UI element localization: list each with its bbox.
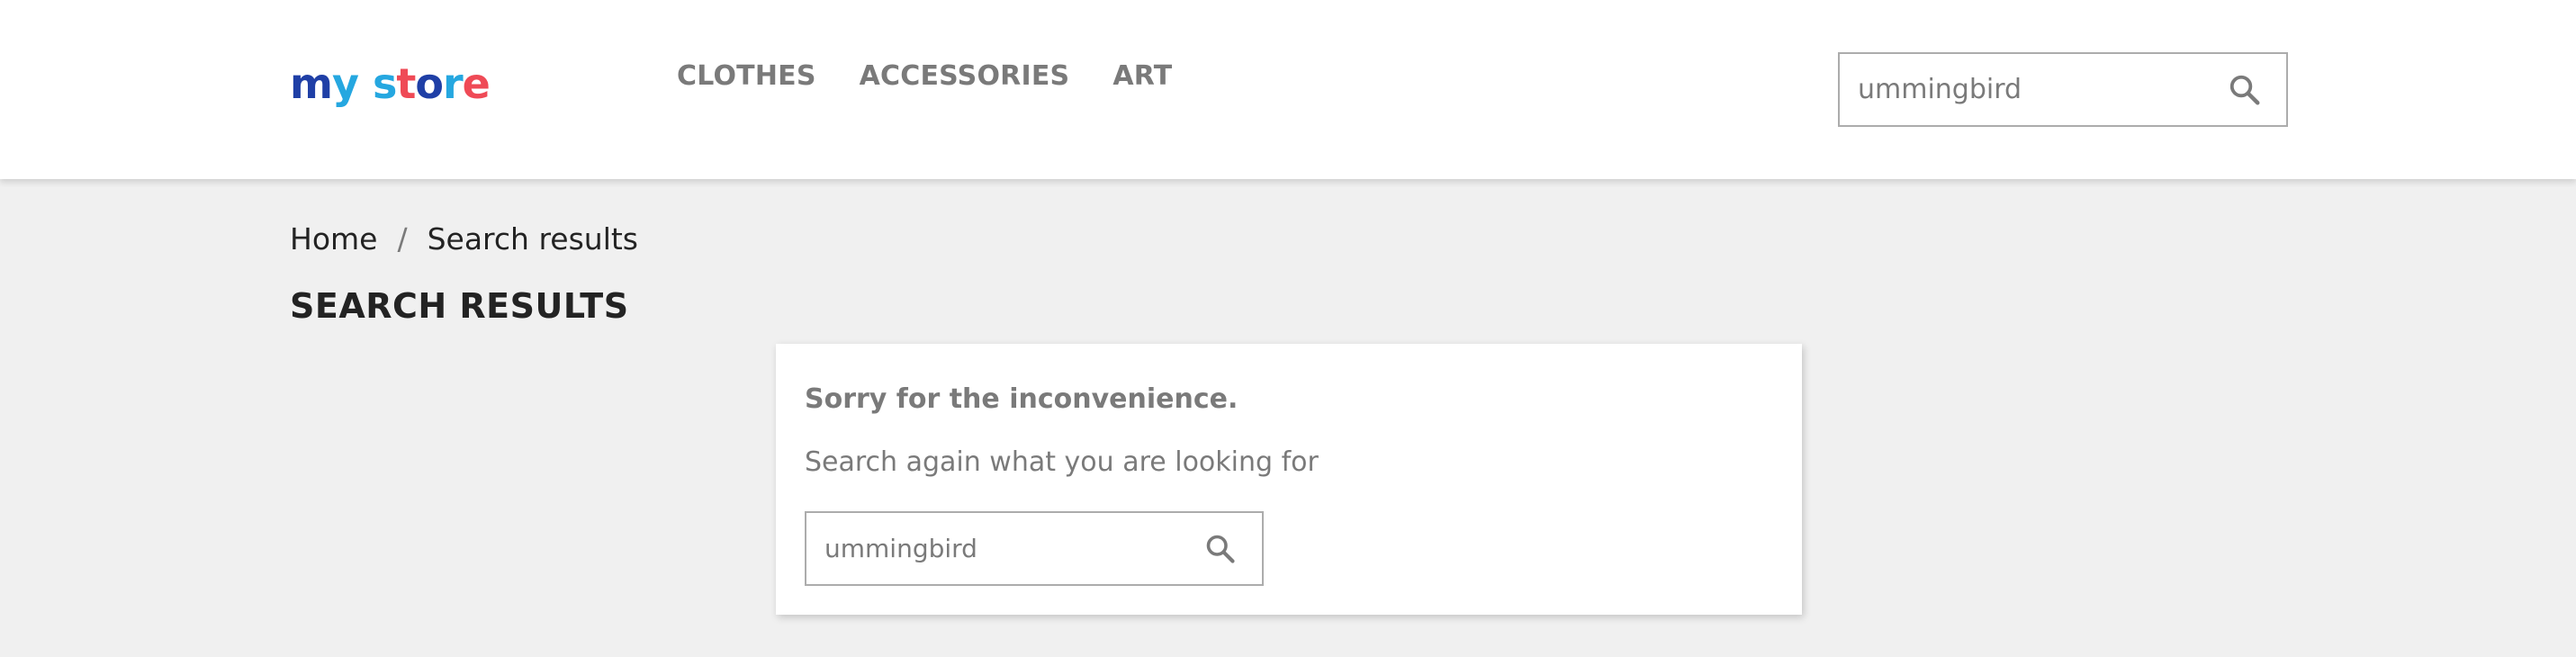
breadcrumb: Home / Search results [290,221,638,256]
logo-letter: y [331,59,359,108]
site-header: my store Clothes Accessories Art ummingb… [0,0,2576,179]
nav-item-clothes[interactable]: Clothes [677,54,816,99]
nav-item-accessories[interactable]: Accessories [860,54,1070,99]
logo-letter: e [462,59,491,108]
logo-letter: t [396,59,416,108]
breadcrumb-home[interactable]: Home [290,221,377,256]
logo-word-my: my [290,63,359,104]
logo-letter: s [372,59,397,108]
logo-letter: m [290,59,333,108]
no-results-panel: Sorry for the inconvenience. Search agai… [776,344,1802,615]
nav-item-art[interactable]: Art [1112,54,1172,99]
retry-search-input[interactable]: ummingbird [805,511,1264,586]
no-results-subtitle: Search again what you are looking for [805,446,1319,478]
search-icon[interactable] [1193,522,1247,576]
header-search-value[interactable]: ummingbird [1840,74,2218,105]
logo-word-store: store [373,63,491,104]
store-logo[interactable]: my store [290,52,491,104]
header-search-input[interactable]: ummingbird [1838,52,2288,127]
page-title: Search results [290,286,629,326]
main-nav: Clothes Accessories Art [677,54,1172,99]
search-icon[interactable] [2218,63,2272,117]
logo-letter: r [442,59,464,108]
breadcrumb-separator: / [397,221,408,256]
no-results-title: Sorry for the inconvenience. [805,383,1238,415]
logo-letter: o [415,59,444,108]
retry-search-value[interactable]: ummingbird [806,534,1193,563]
breadcrumb-current: Search results [427,221,638,256]
